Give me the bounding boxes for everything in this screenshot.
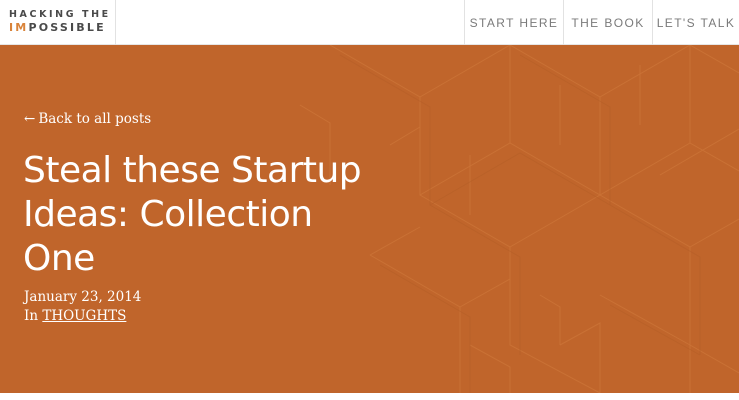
left-arrow-icon: ← <box>24 111 36 127</box>
back-to-posts-link[interactable]: ← Back to all posts <box>24 111 151 127</box>
site-logo[interactable]: HACKING THE IMPOSSIBLE <box>0 0 116 45</box>
page-bottom-strip <box>0 393 739 400</box>
nav-lets-talk[interactable]: LET'S TALK <box>652 0 739 45</box>
nav-the-book[interactable]: THE BOOK <box>563 0 652 45</box>
post-meta: January 23, 2014 In THOUGHTS <box>24 288 141 326</box>
category-prefix: In <box>24 308 39 324</box>
post-title: Steal these Startup Ideas: Collection On… <box>23 150 362 279</box>
site-header: HACKING THE IMPOSSIBLE START HERE THE BO… <box>0 0 739 45</box>
post-category-line: In THOUGHTS <box>24 307 141 326</box>
logo-line-2: IMPOSSIBLE <box>9 22 115 34</box>
logo-accent-text: IM <box>9 21 29 34</box>
main-nav: START HERE THE BOOK LET'S TALK <box>464 0 739 45</box>
post-hero: ← Back to all posts Steal these Startup I… <box>0 45 739 393</box>
logo-line-1: HACKING THE <box>9 9 111 20</box>
post-date: January 23, 2014 <box>24 289 142 305</box>
nav-start-here[interactable]: START HERE <box>464 0 563 45</box>
logo-rest-text: POSSIBLE <box>28 21 106 34</box>
back-link-label: Back to all posts <box>38 111 152 127</box>
category-link[interactable]: THOUGHTS <box>42 308 126 324</box>
